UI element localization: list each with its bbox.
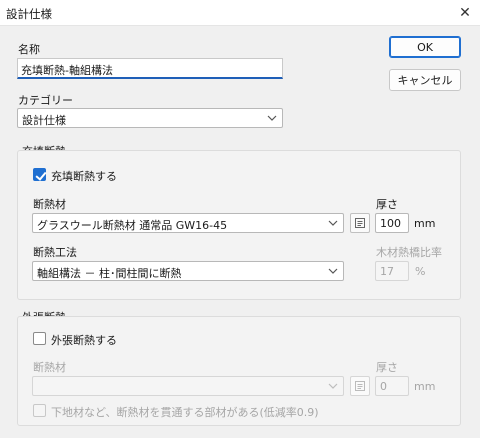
wood-ratio-unit: % [415,265,426,278]
fill-insulation-enable-label: 充填断熱する [51,170,117,183]
window-title: 設計仕様 [6,7,52,21]
fill-thickness-unit: mm [414,217,436,230]
chevron-down-icon [267,111,277,128]
penetration-checkbox [33,404,46,417]
chevron-down-icon [328,264,338,281]
fill-insulation-checkbox[interactable] [33,168,46,181]
fill-method-label: 断熱工法 [33,246,77,259]
exterior-insulation-enable-label: 外張断熱する [51,334,117,347]
fill-thickness-label: 厚さ [376,198,398,211]
fill-method-select[interactable]: 軸組構法 － 柱･間柱間に断熱 [32,261,344,281]
penetration-label: 下地材など、断熱材を貫通する部材がある(低減率0.9) [51,406,319,419]
exterior-material-select [32,376,344,396]
exterior-material-browse-button [350,376,370,396]
exterior-thickness-label: 厚さ [376,361,398,374]
list-icon [355,381,365,391]
cancel-button[interactable]: キャンセル [389,69,461,91]
fill-material-select[interactable]: グラスウール断熱材 通常品 GW16-45 [32,213,344,233]
fill-method-value: 軸組構法 － 柱･間柱間に断熱 [37,267,182,280]
title-bar: 設計仕様 ✕ [0,0,480,26]
category-select[interactable]: 設計仕様 [17,108,283,128]
name-input[interactable]: 充填断熱-軸組構法 [17,58,283,79]
chevron-down-icon [328,379,338,396]
exterior-material-label: 断熱材 [33,361,66,374]
ok-button[interactable]: OK [389,36,461,58]
wood-ratio-label: 木材熱橋比率 [376,246,442,259]
fill-material-browse-button[interactable] [350,213,370,233]
list-icon [355,218,365,228]
fill-material-value: グラスウール断熱材 通常品 GW16-45 [37,219,228,232]
name-label: 名称 [18,43,40,56]
wood-ratio-input: 17 [375,261,409,281]
exterior-thickness-input: 0 [375,376,409,396]
category-value: 設計仕様 [22,114,66,127]
fill-material-label: 断熱材 [33,198,66,211]
exterior-insulation-checkbox[interactable] [33,332,46,345]
close-icon[interactable]: ✕ [450,0,480,26]
exterior-thickness-unit: mm [414,380,436,393]
category-label: カテゴリー [18,94,73,107]
fill-thickness-input[interactable]: 100 [375,213,409,233]
chevron-down-icon [328,216,338,233]
